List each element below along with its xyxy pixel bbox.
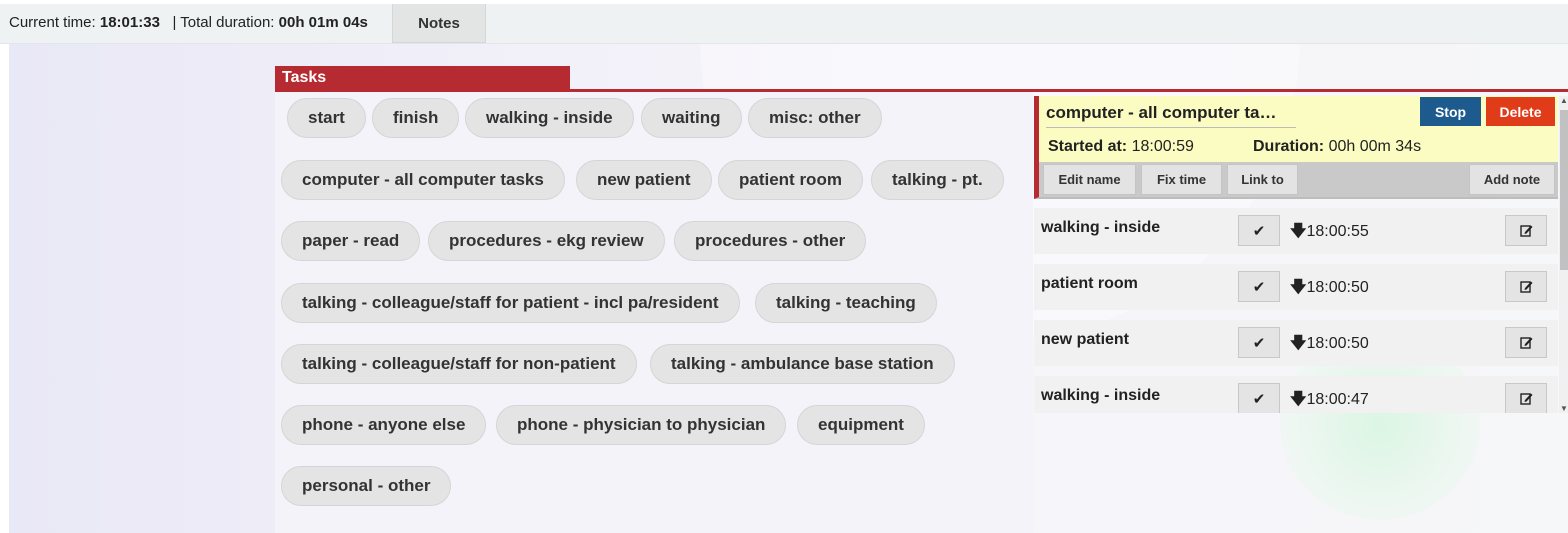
current-time: 18:01:33 <box>99 14 160 31</box>
fix-time-button[interactable]: Fix time <box>1141 164 1222 195</box>
check-icon[interactable]: ✔ <box>1238 215 1280 246</box>
task-button-talking-colleague-nonpatient[interactable]: talking - colleague/staff for non-patien… <box>281 344 637 384</box>
history-task-name: walking - inside <box>1041 219 1161 236</box>
task-button-procedures-other[interactable]: procedures - other <box>674 221 867 261</box>
check-icon[interactable]: ✔ <box>1238 383 1280 413</box>
scroll-down-icon[interactable]: ▼ <box>1560 404 1568 413</box>
started-at: Started at: 18:00:59 <box>1048 138 1194 156</box>
arrow-down-icon: 🡇 <box>1290 335 1307 352</box>
edit-name-button[interactable]: Edit name <box>1043 164 1136 195</box>
task-button-new-patient[interactable]: new patient <box>576 160 712 200</box>
task-button-waiting[interactable]: waiting <box>641 98 742 138</box>
edit-icon[interactable] <box>1505 271 1547 302</box>
edit-icon[interactable] <box>1505 327 1547 358</box>
add-note-button[interactable]: Add note <box>1469 164 1555 195</box>
arrow-down-icon: 🡇 <box>1290 279 1307 296</box>
task-button-misc-other[interactable]: misc: other <box>748 98 882 138</box>
time-info: Current time: 18:01:33 | Total duration:… <box>9 14 368 31</box>
history-row: walking - inside ✔ 🡇18:00:47 <box>1034 376 1558 413</box>
time-separator: | <box>172 14 177 31</box>
delete-button[interactable]: Delete <box>1486 97 1555 126</box>
history-time: 🡇18:00:55 <box>1290 223 1369 240</box>
history-task-name: walking - inside <box>1041 387 1161 404</box>
arrow-down-icon: 🡇 <box>1290 391 1307 408</box>
started-at-label: Started at: <box>1048 138 1128 155</box>
history-time: 🡇18:00:50 <box>1290 279 1369 296</box>
tasks-header: Tasks <box>275 66 570 90</box>
task-button-walking-inside[interactable]: walking - inside <box>465 98 634 138</box>
scroll-up-icon[interactable]: ▲ <box>1560 96 1568 105</box>
duration: Duration: 00h 00m 34s <box>1253 138 1421 156</box>
task-button-talking-pt[interactable]: talking - pt. <box>871 160 1004 200</box>
task-button-finish[interactable]: finish <box>372 98 460 138</box>
total-duration-label: Total duration: <box>180 14 275 31</box>
history-row: new patient ✔ 🡇18:00:50 <box>1034 320 1558 366</box>
history-time: 🡇18:00:47 <box>1290 391 1369 408</box>
history-row: walking - inside ✔ 🡇18:00:55 <box>1034 208 1558 254</box>
task-button-procedures-ekg[interactable]: procedures - ekg review <box>428 221 665 261</box>
history-time: 🡇18:00:50 <box>1290 335 1369 352</box>
edit-icon[interactable] <box>1505 215 1547 246</box>
current-time-label: Current time: <box>9 14 96 31</box>
scrollbar-thumb[interactable] <box>1560 110 1568 270</box>
total-duration: 00h 01m 04s <box>278 14 368 31</box>
edit-icon[interactable] <box>1505 383 1547 413</box>
stop-button[interactable]: Stop <box>1420 97 1481 126</box>
task-button-talking-teaching[interactable]: talking - teaching <box>755 283 937 323</box>
duration-value: 00h 00m 34s <box>1328 138 1422 155</box>
top-bar: Current time: 18:01:33 | Total duration:… <box>0 4 1568 44</box>
arrow-down-icon: 🡇 <box>1290 223 1307 240</box>
task-button-talking-ambulance[interactable]: talking - ambulance base station <box>650 344 955 384</box>
history-row: patient room ✔ 🡇18:00:50 <box>1034 264 1558 310</box>
history-task-name: patient room <box>1041 275 1138 292</box>
task-button-computer-all[interactable]: computer - all computer tasks <box>281 160 565 200</box>
history-task-name: new patient <box>1041 331 1130 348</box>
task-history-list: walking - inside ✔ 🡇18:00:55 patient roo… <box>1034 199 1558 413</box>
active-task-card: computer - all computer ta… Stop Delete … <box>1034 96 1558 199</box>
task-button-talking-colleague-patient[interactable]: talking - colleague/staff for patient - … <box>281 283 740 323</box>
task-button-patient-room[interactable]: patient room <box>718 160 863 200</box>
check-icon[interactable]: ✔ <box>1238 327 1280 358</box>
task-button-equipment[interactable]: equipment <box>797 405 925 445</box>
link-to-button[interactable]: Link to <box>1227 164 1298 195</box>
task-button-phone-anyone[interactable]: phone - anyone else <box>281 405 487 445</box>
started-at-value: 18:00:59 <box>1131 138 1194 155</box>
task-button-paper-read[interactable]: paper - read <box>281 221 421 261</box>
active-task-actions: Edit name Fix time Link to Add note <box>1039 162 1558 197</box>
task-button-start[interactable]: start <box>287 98 366 138</box>
duration-label: Duration: <box>1253 138 1325 155</box>
active-task-name: computer - all computer ta… <box>1046 103 1296 128</box>
check-icon[interactable]: ✔ <box>1238 271 1280 302</box>
task-button-phone-physician[interactable]: phone - physician to physician <box>496 405 787 445</box>
notes-button[interactable]: Notes <box>392 4 486 43</box>
history-scrollbar[interactable]: ▲ ▼ <box>1559 96 1568 413</box>
task-button-personal-other[interactable]: personal - other <box>281 466 452 506</box>
